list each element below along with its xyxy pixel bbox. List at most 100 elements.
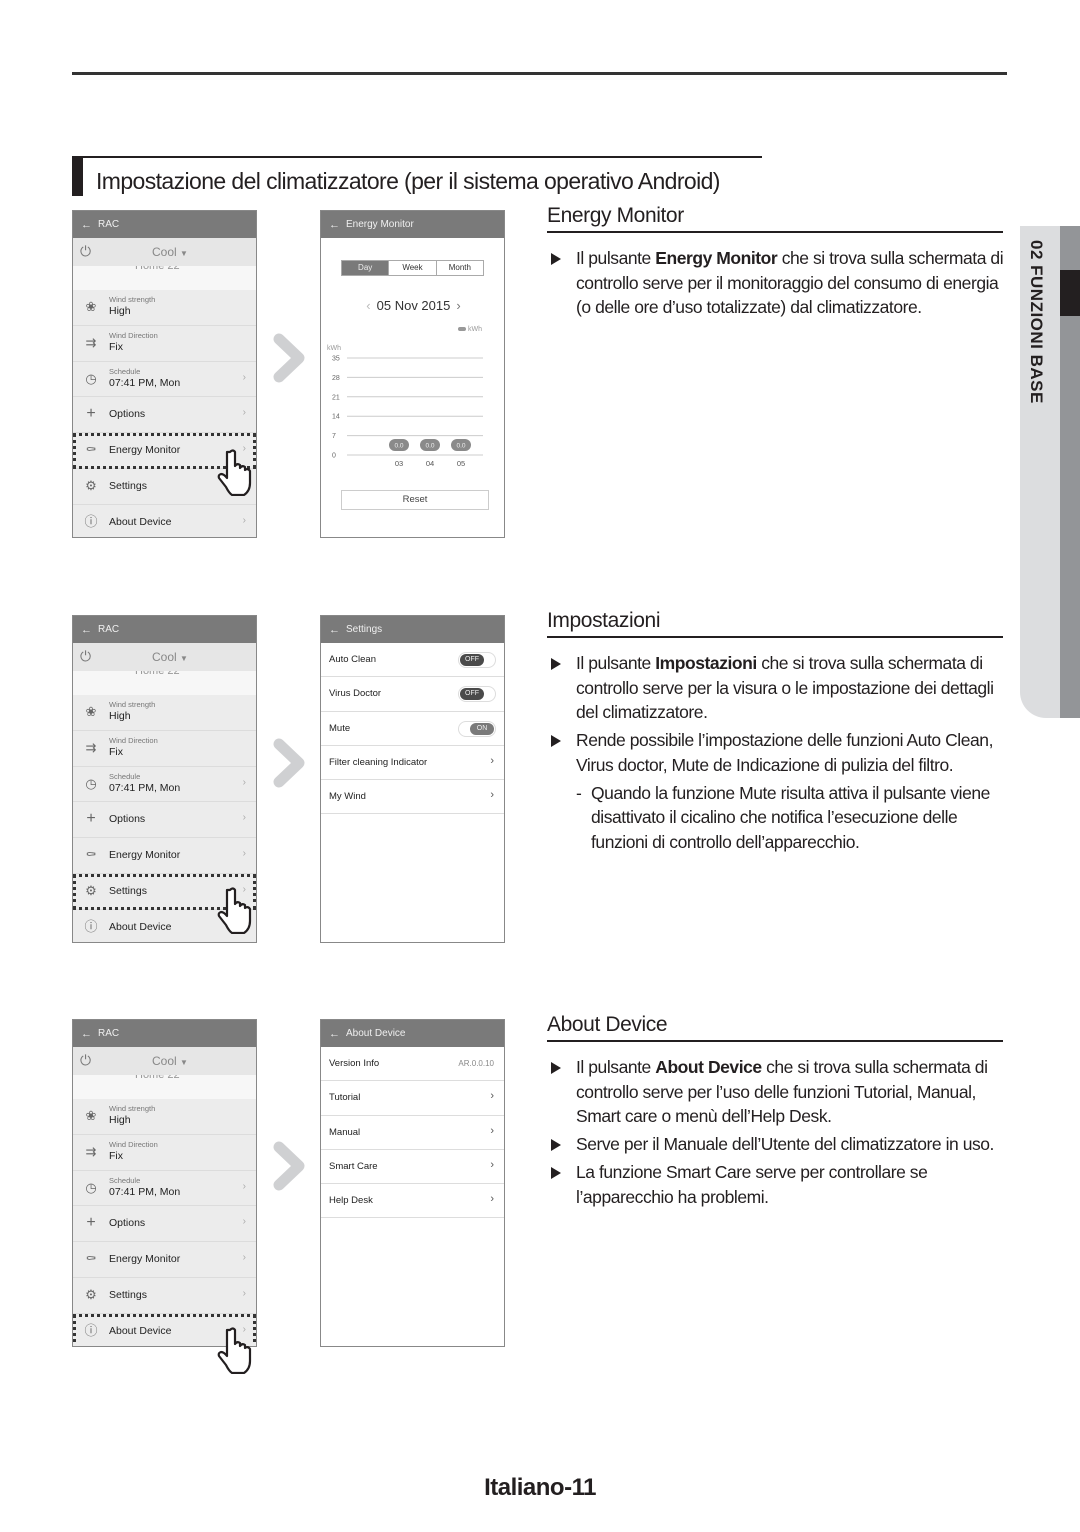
energy-monitor-row[interactable]: ⚰ Energy Monitor › (73, 1242, 256, 1278)
tab-day[interactable]: Day (342, 261, 390, 275)
settings-screen: ← Settings Auto Clean OFF Virus Doctor O… (320, 615, 505, 943)
settings-row[interactable]: ⚙ Settings › (73, 1278, 256, 1314)
next-date-icon[interactable]: › (456, 298, 460, 313)
x-tick-label: 03 (395, 459, 403, 468)
date-label: 05 Nov 2015 (376, 298, 451, 313)
mode-dropdown[interactable]: Cool ▼ (152, 245, 188, 259)
bullet-triangle-icon (551, 253, 561, 265)
timer-icon: ◷ (85, 775, 97, 791)
options-row[interactable]: + Options › (73, 1206, 256, 1243)
chevron-right-icon: › (242, 514, 246, 526)
energy-monitor-row[interactable]: ⚰ Energy Monitor › (73, 838, 256, 874)
period-segmented-control: Day Week Month (341, 260, 484, 276)
back-arrow-icon[interactable]: ← (329, 624, 340, 636)
wind-direction-icon: ⇉ (85, 1143, 97, 1159)
about-device-row[interactable]: ⓘ About Device › (73, 505, 256, 537)
y-tick-label: 28 (332, 375, 340, 382)
power-icon[interactable]: ⏻ (80, 648, 91, 665)
plus-icon: + (86, 405, 96, 423)
back-arrow-icon[interactable]: ← (81, 1028, 92, 1040)
info-icon: ⓘ (84, 918, 98, 934)
power-icon[interactable]: ⏻ (80, 1052, 91, 1069)
app-header: ← RAC (73, 211, 256, 238)
virus-doctor-toggle[interactable]: OFF (458, 686, 496, 703)
schedule-row[interactable]: ◷ Schedule 07:41 PM, Mon › (73, 1171, 256, 1207)
chevron-right-icon: › (490, 1158, 494, 1171)
smart-care-row[interactable]: Smart Care › (321, 1150, 504, 1185)
chevron-right-icon: › (242, 371, 246, 383)
bullet-item: Il pulsante Impostazioni che si trova su… (551, 651, 1006, 725)
timer-icon: ◷ (85, 370, 97, 386)
wind-strength-row[interactable]: ❀ Wind strength High (73, 1099, 256, 1135)
section-title: Impostazione del climatizzatore (per il … (72, 156, 762, 196)
dropdown-caret-icon: ▼ (180, 249, 188, 258)
fan-auto-icon: ❀ (85, 299, 97, 314)
wind-strength-row[interactable]: ❀ Wind strength High (73, 695, 256, 731)
back-arrow-icon[interactable]: ← (81, 624, 92, 636)
back-arrow-icon[interactable]: ← (329, 219, 340, 231)
help-desk-row[interactable]: Help Desk › (321, 1184, 504, 1219)
gear-icon: ⚙ (85, 477, 97, 493)
info-icon: ⓘ (84, 1322, 98, 1338)
settings-heading: Impostazioni (547, 609, 1003, 638)
bullet-item: La funzione Smart Care serve per control… (551, 1160, 1006, 1209)
options-row[interactable]: + Options › (73, 397, 256, 434)
tab-month[interactable]: Month (437, 261, 483, 275)
my-wind-row[interactable]: My Wind › (321, 780, 504, 815)
energy-monitor-heading: Energy Monitor (547, 204, 1003, 233)
dropdown-caret-icon: ▼ (180, 654, 188, 663)
filter-cleaning-indicator-row[interactable]: Filter cleaning Indicator › (321, 746, 504, 781)
app-header: ← About Device (321, 1020, 504, 1047)
chevron-right-icon: › (242, 1180, 246, 1192)
energy-plug-icon: ⚰ (85, 847, 97, 863)
header-title: Settings (346, 624, 383, 635)
prev-date-icon[interactable]: ‹ (366, 298, 370, 313)
bullet-triangle-icon (551, 1062, 561, 1074)
energy-chart: kWh 35 28 21 14 7 0 0.0 03 0.0 04 0.0 05 (327, 345, 483, 468)
header-title: RAC (98, 624, 120, 635)
wind-strength-row[interactable]: ❀ Wind strength High (73, 290, 256, 326)
wind-direction-row[interactable]: ⇉ Wind Direction Fix (73, 1135, 256, 1171)
app-header: ← Energy Monitor (321, 211, 504, 238)
header-title: About Device (346, 1028, 406, 1039)
schedule-row[interactable]: ◷ Schedule 07:41 PM, Mon › (73, 362, 256, 398)
reset-button[interactable]: Reset (341, 490, 489, 510)
header-title: RAC (98, 219, 120, 230)
tab-week[interactable]: Week (389, 261, 437, 275)
app-header: ← Settings (321, 616, 504, 643)
legend-swatch (458, 327, 466, 332)
power-icon[interactable]: ⏻ (80, 243, 91, 260)
options-row[interactable]: + Options › (73, 802, 256, 839)
timer-icon: ◷ (85, 1179, 97, 1195)
manual-row[interactable]: Manual › (321, 1116, 504, 1150)
wind-direction-row[interactable]: ⇉ Wind Direction Fix (73, 326, 256, 362)
plus-icon: + (86, 1214, 96, 1232)
mute-toggle[interactable]: ON (458, 720, 496, 737)
y-tick-label: 7 (332, 433, 336, 440)
auto-clean-toggle[interactable]: OFF (458, 652, 496, 668)
y-tick-label: 35 (332, 356, 340, 363)
device-name-strip: Home 22 (73, 1075, 256, 1099)
tutorial-row[interactable]: Tutorial › (321, 1081, 504, 1116)
chevron-right-icon: › (242, 848, 246, 860)
about-device-screen: ← About Device Version Info AR.0.0.10 Tu… (320, 1019, 505, 1347)
back-arrow-icon[interactable]: ← (81, 219, 92, 231)
mode-dropdown[interactable]: Cool ▼ (152, 1054, 188, 1068)
data-label: 0.0 (425, 443, 434, 450)
chevron-right-icon: › (490, 1193, 494, 1206)
pointing-hand-icon (217, 449, 252, 496)
y-axis-label: kWh (327, 345, 341, 352)
chevron-right-icon: › (242, 1252, 246, 1264)
date-navigator: ‹ 05 Nov 2015 › (321, 298, 504, 313)
wind-direction-row[interactable]: ⇉ Wind Direction Fix (73, 731, 256, 767)
mode-dropdown[interactable]: Cool ▼ (152, 650, 188, 664)
device-name-strip: Home 22 (73, 266, 256, 290)
chevron-right-icon: › (490, 1090, 494, 1103)
chevron-right-icon: › (490, 789, 494, 802)
back-arrow-icon[interactable]: ← (329, 1028, 340, 1040)
bullet-triangle-icon (551, 735, 561, 748)
schedule-row[interactable]: ◷ Schedule 07:41 PM, Mon › (73, 767, 256, 803)
chapter-label: 02 FUNZIONI BASE (1027, 240, 1046, 404)
chevron-right-icon: › (490, 754, 494, 767)
auto-clean-row: Auto Clean OFF (321, 643, 504, 678)
